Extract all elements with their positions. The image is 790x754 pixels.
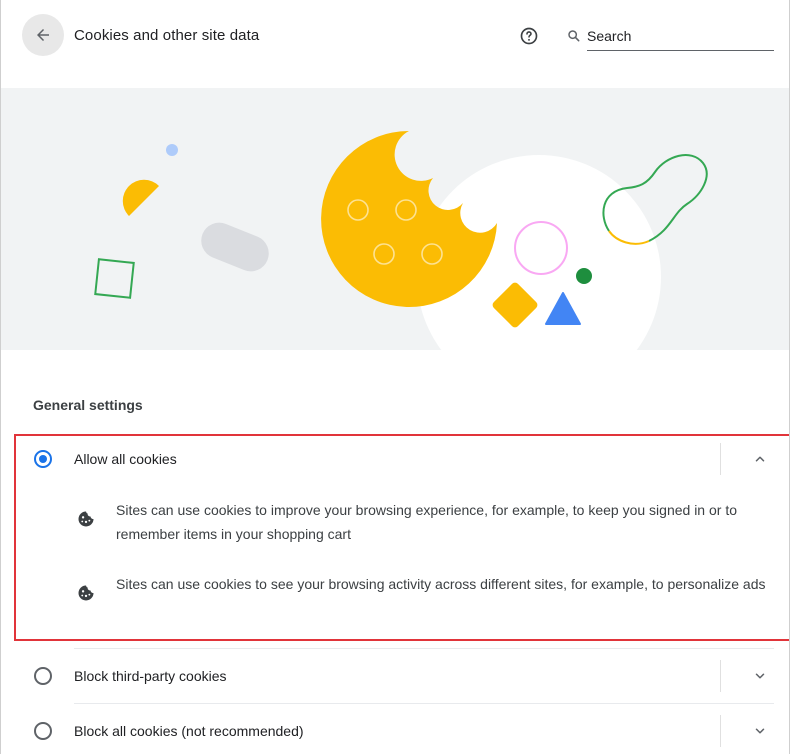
row-divider [74, 648, 774, 649]
arrow-back-icon [37, 29, 49, 41]
cookie-icon [78, 585, 94, 601]
section-heading: General settings [33, 397, 143, 413]
option-allow-all-cookies: Allow all cookies Sites can use cookies … [14, 434, 789, 641]
radio-block-third-party-cookies[interactable] [34, 667, 52, 685]
description-text: Sites can use cookies to see your browsi… [116, 576, 766, 592]
search-icon [568, 30, 580, 42]
chevron-up-icon [755, 456, 765, 462]
cookie-icon [78, 511, 94, 527]
row-divider [74, 703, 774, 704]
radio-block-all-cookies[interactable] [34, 722, 52, 740]
cookies-settings-page: Cookies and other site data Search Gener… [0, 0, 790, 754]
yellow-half-shape [122, 179, 159, 216]
option-label: Block third-party cookies [74, 668, 227, 684]
description-item: Sites can use cookies to improve your br… [76, 498, 776, 548]
chevron-down-icon [755, 673, 765, 679]
cookie-illustration [94, 131, 708, 350]
expand-button[interactable] [749, 665, 771, 687]
back-button[interactable] [22, 14, 64, 56]
option-block-third-party-cookies[interactable]: Block third-party cookies [14, 653, 789, 699]
page-header: Cookies and other site data [1, 0, 789, 78]
vertical-divider [720, 715, 721, 747]
option-block-all-cookies[interactable]: Block all cookies (not recommended) [14, 708, 789, 754]
cookie-illustration-banner [1, 88, 789, 350]
vertical-divider [720, 443, 721, 475]
description-item: Sites can use cookies to see your browsi… [76, 572, 776, 622]
green-square-outline [94, 258, 135, 299]
help-circle-icon [520, 27, 538, 45]
blue-dot [166, 144, 178, 156]
gray-pill [201, 222, 269, 272]
description-text: Sites can use cookies to improve your br… [116, 502, 737, 542]
page-title: Cookies and other site data [74, 27, 260, 44]
help-button[interactable] [519, 26, 539, 46]
chevron-down-icon [755, 728, 765, 734]
collapse-button[interactable] [749, 448, 771, 470]
green-dot [576, 268, 592, 284]
vertical-divider [720, 660, 721, 692]
expand-button[interactable] [749, 720, 771, 742]
option-row[interactable]: Allow all cookies [16, 436, 789, 482]
option-label: Block all cookies (not recommended) [74, 723, 304, 739]
option-label: Allow all cookies [74, 451, 177, 467]
search-input[interactable] [587, 22, 774, 51]
search-box [566, 22, 774, 52]
radio-allow-all-cookies[interactable] [34, 450, 52, 468]
